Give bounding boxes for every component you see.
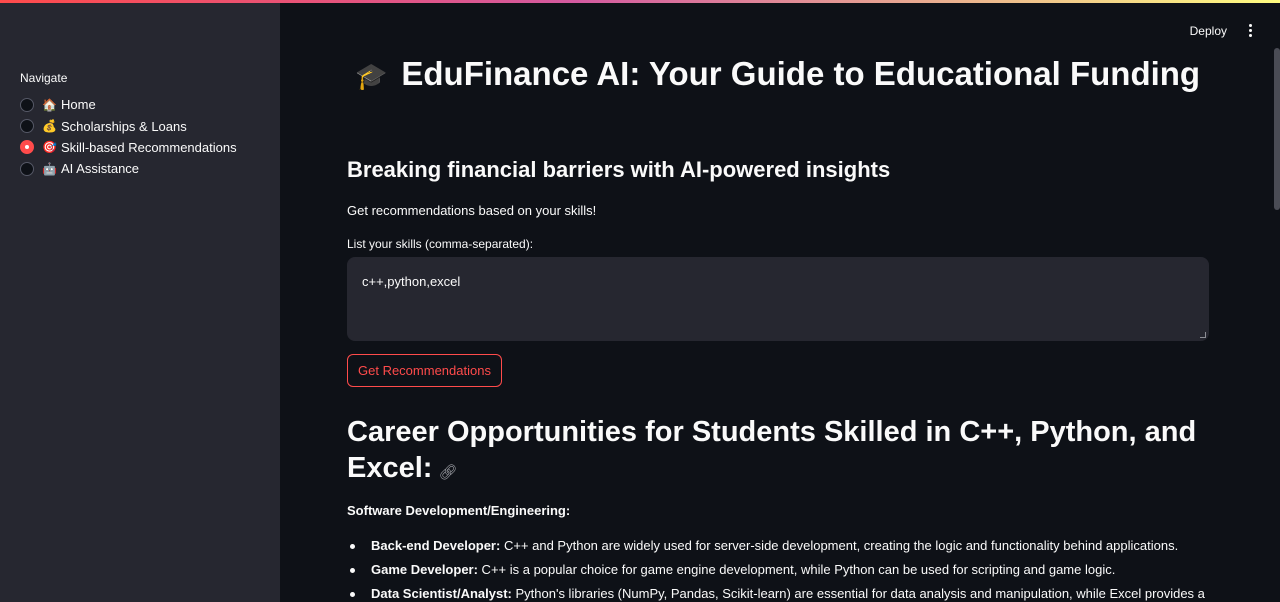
radio-button-selected[interactable]: [20, 140, 34, 155]
career-heading: Career Opportunities for Students Skille…: [347, 414, 1209, 490]
section-label: Software Development/Engineering:: [347, 503, 571, 518]
money-bag-icon: 💰: [42, 119, 57, 134]
skills-textarea-value: c++,python,excel: [362, 274, 461, 289]
career-text: C++ is a popular choice for game engine …: [477, 562, 1116, 577]
career-title: Back-end Developer:: [371, 538, 501, 553]
sidebar-nav-title: Navigate: [20, 71, 68, 85]
header-actions: Deploy: [1190, 22, 1256, 39]
sidebar-item-scholarships[interactable]: 💰 Scholarships & Loans: [20, 115, 237, 136]
skills-textarea[interactable]: c++,python,excel: [347, 257, 1209, 341]
page-title: 🎓 EduFinance AI: Your Guide to Educationa…: [347, 52, 1209, 99]
career-title: Game Developer:: [371, 562, 478, 577]
career-heading-text: Career Opportunities for Students Skille…: [347, 416, 1197, 484]
list-item: Game Developer: C++ is a popular choice …: [347, 561, 1209, 585]
list-item: Data Scientist/Analyst: Python's librari…: [347, 585, 1209, 602]
resize-handle-icon[interactable]: [1200, 332, 1206, 338]
page-scrollbar[interactable]: [1274, 48, 1280, 210]
anchor-link-icon[interactable]: 🔗︎: [438, 463, 457, 481]
page-subtitle: Breaking financial barriers with AI-powe…: [347, 157, 891, 182]
deploy-button[interactable]: Deploy: [1190, 24, 1227, 38]
page-description: Get recommendations based on your skills…: [347, 203, 597, 218]
sidebar-item-label: AI Assistance: [61, 161, 140, 177]
sidebar-item-home[interactable]: 🏠 Home: [20, 94, 237, 115]
radio-button[interactable]: [20, 119, 34, 134]
sidebar-radio-group: 🏠 Home 💰 Scholarships & Loans 🎯 Skill-ba…: [20, 94, 237, 180]
get-recommendations-button[interactable]: Get Recommendations: [347, 354, 502, 387]
sidebar-item-ai-assistance[interactable]: 🤖 AI Assistance: [20, 158, 237, 179]
page-title-text: EduFinance AI: Your Guide to Educational…: [401, 55, 1201, 92]
career-list: Back-end Developer: C++ and Python are w…: [347, 537, 1209, 602]
list-item: Back-end Developer: C++ and Python are w…: [347, 537, 1209, 561]
sidebar-item-label: Skill-based Recommendations: [61, 139, 237, 155]
graduation-cap-icon: 🎓: [355, 62, 388, 92]
career-text: C++ and Python are widely used for serve…: [500, 538, 1179, 553]
radio-button[interactable]: [20, 161, 34, 176]
sidebar: Navigate 🏠 Home 💰 Scholarships & Loans 🎯…: [0, 3, 280, 602]
career-text: Python's libraries (NumPy, Pandas, Sciki…: [511, 586, 1205, 601]
robot-icon: 🤖: [42, 161, 57, 176]
target-icon: 🎯: [42, 140, 57, 155]
skills-field-label: List your skills (comma-separated):: [347, 237, 534, 251]
house-icon: 🏠: [42, 97, 57, 112]
more-options-icon[interactable]: [1245, 22, 1256, 39]
sidebar-item-label: Home: [61, 97, 96, 113]
radio-button[interactable]: [20, 97, 34, 112]
sidebar-item-skill-recommendations[interactable]: 🎯 Skill-based Recommendations: [20, 137, 237, 158]
career-title: Data Scientist/Analyst:: [371, 586, 512, 601]
sidebar-item-label: Scholarships & Loans: [61, 118, 187, 134]
